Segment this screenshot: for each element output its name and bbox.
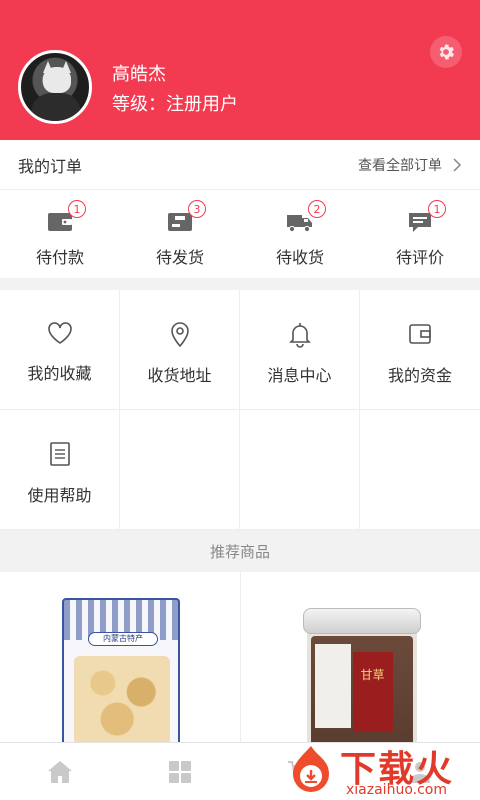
avatar[interactable] xyxy=(18,50,92,124)
watermark: 下载火 xiazaihuo.com xyxy=(282,738,480,800)
menu-label: 我的收藏 xyxy=(27,364,92,383)
product-image: 甘草 xyxy=(302,608,421,742)
product-label: 甘草 xyxy=(352,652,393,732)
username: 高皓杰 xyxy=(112,64,166,85)
menu-messages[interactable]: 消息中心 xyxy=(240,290,360,410)
order-status-label: 待收货 xyxy=(275,248,324,267)
location-pin-icon xyxy=(170,322,189,348)
menu-funds[interactable]: 我的资金 xyxy=(360,290,480,410)
tab-home[interactable] xyxy=(0,743,120,800)
menu-help[interactable]: 使用帮助 xyxy=(0,410,120,530)
jar-paper xyxy=(314,644,351,728)
order-pending-review[interactable]: 1 待评价 xyxy=(360,190,480,278)
product-card[interactable]: 甘草 xyxy=(241,572,480,742)
orders-title: 我的订单 xyxy=(18,156,83,176)
menu-label: 消息中心 xyxy=(267,366,332,385)
menu-address[interactable]: 收货地址 xyxy=(120,290,240,410)
badge-count: 1 xyxy=(428,200,446,218)
view-all-orders-link[interactable]: 查看全部订单 xyxy=(358,155,462,175)
menu-label: 收货地址 xyxy=(147,366,212,385)
order-pending-receipt[interactable]: 2 待收货 xyxy=(240,190,360,278)
bell-icon xyxy=(288,323,311,348)
order-status-row: 1 待付款 3 待发货 2 待收货 1 待评价 xyxy=(0,190,480,278)
recommended-products: 内蒙古特产 甘草 xyxy=(0,572,480,742)
avatar-body xyxy=(31,93,81,121)
product-food xyxy=(74,656,170,742)
order-pending-shipment[interactable]: 3 待发货 xyxy=(120,190,240,278)
order-pending-payment[interactable]: 1 待付款 xyxy=(0,190,120,278)
menu-label: 我的资金 xyxy=(387,366,452,385)
order-status-label: 待付款 xyxy=(35,248,84,267)
badge-count: 3 xyxy=(188,200,206,218)
profile-header: 高皓杰 等级：注册用户 xyxy=(0,0,480,140)
settings-button[interactable] xyxy=(430,36,462,68)
badge-count: 1 xyxy=(68,200,86,218)
gear-icon xyxy=(439,44,455,60)
recommended-title: 推荐商品 xyxy=(0,530,480,572)
category-grid-icon xyxy=(169,760,191,783)
orders-header[interactable]: 我的订单 查看全部订单 xyxy=(0,140,480,190)
menu-label: 使用帮助 xyxy=(27,486,92,505)
document-icon xyxy=(49,442,70,466)
menu-empty-cell xyxy=(120,410,240,530)
orders-section: 我的订单 查看全部订单 1 待付款 3 待发货 2 待收货 1 待评价 xyxy=(0,140,480,278)
badge-count: 2 xyxy=(308,200,326,218)
tab-category[interactable] xyxy=(120,743,240,800)
menu-empty-cell xyxy=(360,410,480,530)
menu-grid: 我的收藏 收货地址 消息中心 我的资金 使用帮助 xyxy=(0,290,480,530)
order-status-label: 待发货 xyxy=(155,248,204,267)
home-icon xyxy=(48,760,72,783)
heart-icon xyxy=(47,322,72,344)
avatar-face xyxy=(43,67,71,93)
watermark-url: xiazaihuo.com xyxy=(346,782,447,798)
menu-empty-cell xyxy=(240,410,360,530)
wallet-icon xyxy=(409,324,431,344)
chevron-right-icon xyxy=(453,157,462,172)
view-all-orders-label: 查看全部订单 xyxy=(358,157,442,174)
product-label: 内蒙古特产 xyxy=(88,632,158,646)
fire-logo-icon xyxy=(293,746,329,792)
product-image: 内蒙古特产 xyxy=(62,598,180,742)
menu-favorites[interactable]: 我的收藏 xyxy=(0,290,120,410)
product-card[interactable]: 内蒙古特产 xyxy=(0,572,241,742)
order-status-label: 待评价 xyxy=(395,248,444,267)
user-level: 等级：注册用户 xyxy=(112,94,238,115)
jar-lid xyxy=(302,608,421,634)
